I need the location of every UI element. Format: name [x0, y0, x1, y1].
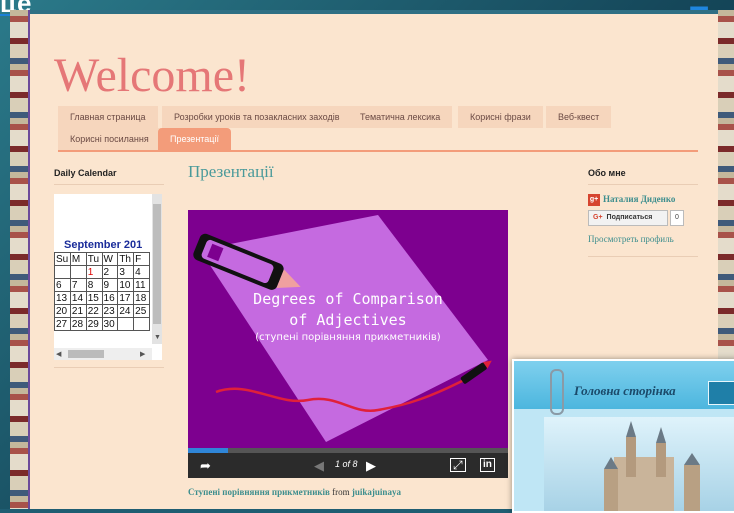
tab-lesson-plans[interactable]: Розробки уроків та позакласних заходів — [162, 106, 352, 128]
calendar-day[interactable]: 11 — [133, 278, 150, 292]
slide-counter: 1 of 8 — [335, 459, 358, 469]
weekday-label: W — [101, 252, 119, 266]
castle-icon — [604, 421, 700, 511]
calendar-day[interactable]: 15 — [85, 291, 103, 305]
calendar-day[interactable]: 14 — [69, 291, 87, 305]
calendar-day[interactable]: 21 — [69, 304, 87, 318]
tab-presentations[interactable]: Презентації — [158, 128, 231, 150]
calendar-day[interactable]: 25 — [133, 304, 150, 318]
scroll-left-icon[interactable]: ◀ — [56, 350, 61, 358]
tab-home[interactable]: Главная страница — [58, 106, 158, 128]
post-title: Презентації — [188, 162, 274, 181]
calendar-day[interactable]: 18 — [133, 291, 150, 305]
divider — [588, 256, 698, 257]
prev-slide-icon[interactable]: ◀ — [314, 458, 324, 473]
calendar-day[interactable] — [133, 317, 150, 331]
divider — [588, 184, 698, 185]
calendar-widget[interactable]: September 201 Su M Tu W Th F 1 2 3 4 6 7… — [54, 194, 162, 360]
weekday-label: Tu — [85, 252, 103, 266]
calendar-month: September 201 — [64, 239, 143, 251]
follow-count: 0 — [670, 210, 684, 226]
calendar-table: Su M Tu W Th F 1 2 3 4 6 7 8 9 10 11 13 … — [54, 252, 150, 331]
calendar-day[interactable]: 24 — [117, 304, 135, 318]
weekday-label: Th — [117, 252, 135, 266]
next-slide-icon[interactable]: ▶ — [366, 458, 376, 473]
calendar-day[interactable]: 6 — [54, 278, 71, 292]
calendar-day[interactable] — [69, 265, 87, 279]
calendar-widget-title: Daily Calendar — [54, 168, 117, 178]
paperclip-icon — [550, 369, 564, 415]
tabs-underline — [58, 150, 698, 152]
profile-name-link[interactable]: Наталия Диденко — [603, 194, 675, 204]
website-preview-thumbnail: Головна сторінка — [512, 359, 734, 513]
tab-vocabulary[interactable]: Тематична лексика — [348, 106, 453, 128]
calendar-day[interactable]: 16 — [101, 291, 119, 305]
calendar-day[interactable]: 30 — [101, 317, 119, 331]
calendar-day[interactable]: 8 — [85, 278, 103, 292]
tab-web-quest[interactable]: Веб-квест — [546, 106, 612, 128]
slideshow-author-link[interactable]: juikajuinaya — [352, 487, 401, 497]
calendar-day[interactable]: 3 — [117, 265, 135, 279]
decorative-strip-left — [10, 10, 28, 509]
scrollbar-thumb[interactable] — [68, 350, 104, 358]
calendar-grid: September 201 Su M Tu W Th F 1 2 3 4 6 7… — [54, 238, 150, 331]
weekday-label: F — [133, 252, 150, 266]
calendar-day[interactable]: 29 — [85, 317, 103, 331]
slideshow-title-link[interactable]: Ступені порівняння прикметників — [188, 487, 330, 497]
calendar-day[interactable]: 7 — [69, 278, 87, 292]
calendar-day[interactable]: 9 — [101, 278, 119, 292]
scrollbar-thumb[interactable] — [153, 204, 161, 324]
scroll-right-icon[interactable]: ▶ — [140, 350, 145, 358]
slideshow-controls: ➦ ◀ 1 of 8 ▶ ⤢ in — [188, 453, 508, 478]
calendar-day[interactable]: 17 — [117, 291, 135, 305]
slideshow-caption: Ступені порівняння прикметників from jui… — [188, 487, 401, 497]
blog-title: Welcome! — [54, 49, 251, 102]
calendar-day[interactable]: 23 — [101, 304, 119, 318]
calendar-day[interactable]: 13 — [54, 291, 71, 305]
tab-useful-links[interactable]: Корисні посилання — [58, 128, 161, 150]
follow-label: Подписаться — [606, 214, 653, 221]
calendar-day[interactable] — [54, 265, 71, 279]
calendar-day-today[interactable]: 1 — [85, 265, 103, 279]
linkedin-icon[interactable]: in — [480, 458, 495, 472]
calendar-day[interactable]: 10 — [117, 278, 135, 292]
preview-title: Головна сторінка — [574, 383, 676, 398]
tab-phrases[interactable]: Корисні фрази — [458, 106, 543, 128]
slideshow-slide[interactable]: Degrees of Comparison of Adjectives (сту… — [188, 210, 508, 448]
weekday-label: M — [69, 252, 87, 266]
share-icon[interactable]: ➦ — [200, 458, 211, 473]
google-plus-icon: G+ — [593, 214, 603, 221]
page-top-bar — [30, 10, 718, 14]
caption-from: from — [332, 487, 350, 497]
calendar-day[interactable]: 27 — [54, 317, 71, 331]
calendar-day[interactable]: 22 — [85, 304, 103, 318]
calendar-day[interactable]: 4 — [133, 265, 150, 279]
google-plus-icon: g+ — [588, 194, 600, 206]
preview-nav-tab — [708, 381, 734, 405]
calendar-day[interactable]: 28 — [69, 317, 87, 331]
calendar-day[interactable]: 2 — [101, 265, 119, 279]
calendar-horizontal-scrollbar[interactable] — [54, 348, 152, 360]
divider — [54, 184, 164, 185]
divider — [54, 367, 164, 368]
preview-castle-image — [544, 417, 734, 511]
calendar-day[interactable] — [117, 317, 135, 331]
calendar-day[interactable]: 20 — [54, 304, 71, 318]
view-profile-link[interactable]: Просмотреть профиль — [588, 234, 674, 244]
slide-subtitle: (ступені порівняння прикметників) — [255, 332, 441, 343]
slide-artwork — [193, 215, 492, 442]
about-me-title: Обо мне — [588, 168, 626, 178]
scroll-down-icon[interactable]: ▼ — [154, 334, 161, 341]
slide-heading-line1: Degrees of Comparison — [253, 290, 443, 308]
weekday-label: Su — [54, 252, 71, 266]
calendar-vertical-scrollbar[interactable] — [152, 194, 162, 344]
follow-button[interactable]: G+ Подписаться — [588, 210, 668, 226]
fullscreen-icon[interactable]: ⤢ — [450, 458, 466, 472]
slide-heading-line2: of Adjectives — [289, 311, 407, 329]
